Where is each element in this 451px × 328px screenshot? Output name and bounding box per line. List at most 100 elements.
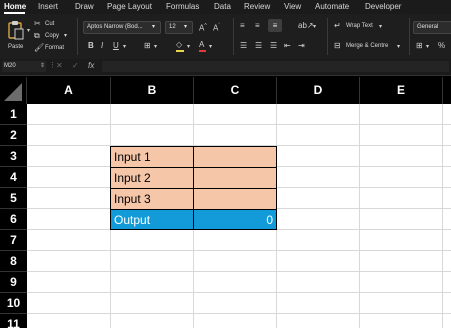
fill-color-dropdown-icon[interactable]: ▾ <box>187 42 190 52</box>
row-header-11[interactable]: 11 <box>0 314 27 328</box>
gridline <box>27 124 451 125</box>
number-format-select[interactable]: General <box>413 21 451 34</box>
increase-font-size-icon[interactable]: A^ <box>199 21 207 34</box>
paste-label: Paste <box>8 44 24 50</box>
enter-icon[interactable]: ✓ <box>72 61 79 71</box>
row-header-6[interactable]: 6 <box>0 209 27 230</box>
cell-b5[interactable]: Input 3 <box>110 188 194 209</box>
copy-dropdown-icon[interactable]: ▾ <box>64 31 67 41</box>
merge-centre-button[interactable]: Merge & Centre <box>346 42 388 50</box>
column-header-b[interactable]: B <box>111 77 194 104</box>
currency-dropdown-icon[interactable]: ▾ <box>426 42 429 52</box>
tab-insert[interactable]: Insert <box>38 1 58 13</box>
merge-dropdown-icon[interactable]: ▾ <box>397 42 400 52</box>
wrap-text-dropdown-icon[interactable]: ▾ <box>379 22 382 32</box>
italic-icon[interactable]: I <box>101 41 103 51</box>
tab-draw[interactable]: Draw <box>75 1 94 13</box>
select-all-button[interactable] <box>0 77 27 104</box>
font-size-select[interactable]: 12 ▾ <box>165 21 193 34</box>
ribbon-divider <box>327 18 328 55</box>
decrease-font-size-icon[interactable]: Aˇ <box>213 21 220 34</box>
font-color-icon[interactable]: A <box>199 40 206 52</box>
ribbon-divider <box>77 18 78 55</box>
increase-indent-icon[interactable]: ⇥ <box>298 41 305 51</box>
tab-developer[interactable]: Developer <box>365 1 401 13</box>
cut-button[interactable]: Cut <box>45 20 54 28</box>
cell-c4[interactable] <box>193 167 277 188</box>
tab-data[interactable]: Data <box>214 1 231 13</box>
chevron-down-icon: ▾ <box>152 24 156 30</box>
align-right-icon[interactable]: ☰ <box>270 41 277 51</box>
paste-button[interactable]: Paste <box>4 18 28 54</box>
insert-function-button[interactable]: fx <box>88 61 94 71</box>
formula-input[interactable] <box>102 61 449 72</box>
underline-dropdown-icon[interactable]: ▾ <box>123 42 126 52</box>
decrease-indent-icon[interactable]: ⇤ <box>284 41 291 51</box>
cell-c6[interactable]: 0 <box>193 209 277 230</box>
gridline <box>27 313 451 314</box>
row-header-10[interactable]: 10 <box>0 293 27 314</box>
tab-formulas[interactable]: Formulas <box>166 1 199 13</box>
paste-dropdown-icon[interactable]: ▾ <box>27 26 30 36</box>
cell-b6[interactable]: Output <box>110 209 194 230</box>
gridline <box>27 271 451 272</box>
spreadsheet-grid: A B C D E 1 2 3 4 5 6 7 8 9 10 11 Input … <box>0 77 451 328</box>
row-header-8[interactable]: 8 <box>0 251 27 272</box>
fill-color-icon[interactable]: ◇ <box>176 40 184 52</box>
align-left-icon[interactable]: ☰ <box>240 41 247 51</box>
cell-c5[interactable] <box>193 188 277 209</box>
align-top-icon[interactable]: ≡ <box>240 21 245 31</box>
font-color-dropdown-icon[interactable]: ▾ <box>209 42 212 52</box>
column-header-c[interactable]: C <box>194 77 277 104</box>
borders-dropdown-icon[interactable]: ▾ <box>154 42 157 52</box>
underline-icon[interactable]: U <box>113 41 119 51</box>
name-box-stepper-icon[interactable]: ⇕ <box>40 61 45 71</box>
column-header-e[interactable]: E <box>360 77 443 104</box>
cell-b4[interactable]: Input 2 <box>110 167 194 188</box>
gridline <box>359 104 360 328</box>
bold-icon[interactable]: B <box>88 41 94 51</box>
align-middle-icon[interactable]: ≡ <box>255 21 260 31</box>
ribbon-divider <box>233 18 234 55</box>
wrap-text-button[interactable]: Wrap Text <box>346 22 373 30</box>
row-header-1[interactable]: 1 <box>0 104 27 125</box>
column-header-a[interactable]: A <box>27 77 111 104</box>
row-header-9[interactable]: 9 <box>0 272 27 293</box>
row-header-4[interactable]: 4 <box>0 167 27 188</box>
row-header-7[interactable]: 7 <box>0 230 27 251</box>
row-header-2[interactable]: 2 <box>0 125 27 146</box>
orientation-dropdown-icon[interactable]: ▾ <box>313 22 316 32</box>
percent-style-icon[interactable]: % <box>438 41 445 51</box>
align-center-icon[interactable]: ☰ <box>255 41 262 51</box>
align-bottom-icon[interactable]: ≡ <box>268 19 282 32</box>
row-header-3[interactable]: 3 <box>0 146 27 167</box>
ribbon: Paste ▾ ✂ Cut ⧉ Copy ▾ 🖌 Format Aptos Na… <box>0 14 451 60</box>
borders-icon[interactable]: ⊞ <box>144 41 151 51</box>
row-header-5[interactable]: 5 <box>0 188 27 209</box>
font-name-value: Aptos Narrow (Bod... <box>87 24 143 30</box>
ribbon-divider <box>409 18 410 55</box>
tab-view[interactable]: View <box>284 1 301 13</box>
gridline <box>442 104 443 328</box>
tab-review[interactable]: Review <box>244 1 270 13</box>
paste-icon <box>8 21 24 40</box>
font-size-value: 12 <box>169 24 176 30</box>
tab-page-layout[interactable]: Page Layout <box>107 1 152 13</box>
format-painter-icon: 🖌 <box>34 43 45 52</box>
vertical-dots-icon[interactable]: ⋮ <box>49 61 56 71</box>
column-header-d[interactable]: D <box>277 77 360 104</box>
cell-b3[interactable]: Input 1 <box>110 146 194 167</box>
number-format-value: General <box>417 24 439 30</box>
cancel-icon[interactable]: ✕ <box>56 61 63 71</box>
copy-icon: ⧉ <box>34 31 40 40</box>
font-name-select[interactable]: Aptos Narrow (Bod... ▾ <box>83 21 161 34</box>
cell-c3[interactable] <box>193 146 277 167</box>
currency-format-icon[interactable]: ⊞ <box>416 41 423 51</box>
chevron-down-icon: ▾ <box>184 24 188 30</box>
format-painter-button[interactable]: Format <box>45 44 64 52</box>
orientation-icon[interactable]: ab↗ <box>298 21 314 31</box>
tab-automate[interactable]: Automate <box>315 1 349 13</box>
cut-icon: ✂ <box>34 19 41 28</box>
merge-centre-icon: ⊟ <box>334 41 341 50</box>
copy-button[interactable]: Copy <box>45 32 59 40</box>
